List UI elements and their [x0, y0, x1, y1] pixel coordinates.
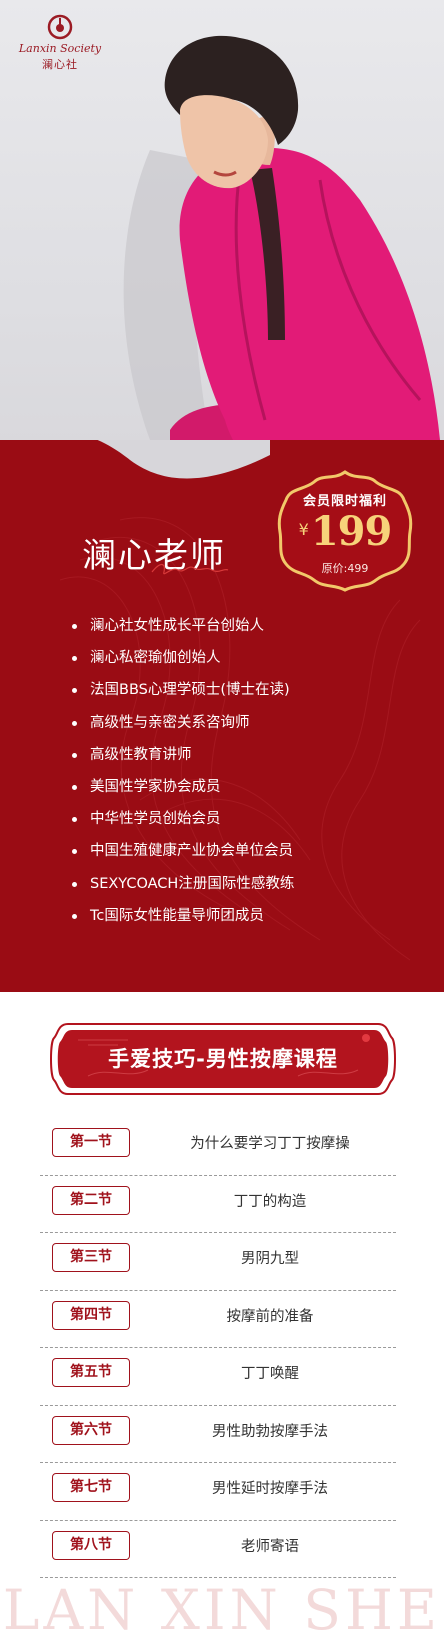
lesson-tag: 第二节: [52, 1185, 130, 1215]
lesson-tag: 第五节: [52, 1358, 130, 1387]
brand-watermark: LAN XIN SHE: [2, 1578, 442, 1635]
brand-logo: Lanxin Society 澜心社: [18, 14, 102, 72]
course-title-banner: 手爱技巧-男性按摩课程: [48, 1018, 398, 1100]
price-title: 会员限时福利: [302, 494, 387, 509]
credential-item: 法国BBS心理学硕士(博士在读): [72, 680, 294, 712]
lesson-title: 丁丁唤醒: [241, 1366, 299, 1382]
lesson-tag: 第八节: [52, 1530, 130, 1560]
lesson-row[interactable]: 第三节 男阴九型: [40, 1233, 396, 1291]
teacher-portrait: [123, 35, 440, 500]
lesson-title: 男性延时按摩手法: [212, 1481, 328, 1497]
lesson-row[interactable]: 第七节 男性延时按摩手法: [40, 1463, 396, 1521]
hero-photo: Lanxin Society 澜心社: [0, 0, 444, 500]
lesson-row[interactable]: 第四节 按摩前的准备: [40, 1291, 396, 1348]
lesson-title: 老师寄语: [241, 1538, 299, 1555]
lesson-list: 第一节 为什么要学习丁丁按摩操 第二节 丁丁的构造 第三节 男阴九型 第四节 按…: [40, 1118, 396, 1578]
course-title: 手爱技巧-男性按摩课程: [108, 1047, 338, 1071]
credential-item: Tc国际女性能量导师团成员: [72, 906, 294, 938]
credential-item: 美国性学家协会成员: [72, 777, 294, 809]
lesson-tag: 第七节: [52, 1473, 130, 1502]
credential-item: 中华性学员创始会员: [72, 809, 294, 841]
lesson-tag: 第三节: [52, 1243, 130, 1272]
credential-item: SEXYCOACH注册国际性感教练: [72, 874, 294, 906]
credential-item: 澜心社女性成长平台创始人: [72, 616, 294, 648]
lesson-row[interactable]: 第六节 男性助勃按摩手法: [40, 1406, 396, 1463]
lesson-title: 丁丁的构造: [233, 1193, 307, 1210]
lesson-tag: 第一节: [52, 1128, 130, 1157]
lesson-row[interactable]: 第一节 为什么要学习丁丁按摩操: [40, 1118, 396, 1176]
price-row: ¥199: [276, 508, 414, 555]
price-currency: ¥: [298, 520, 309, 539]
lesson-title: 按摩前的准备: [226, 1308, 314, 1325]
lesson-row[interactable]: 第二节 丁丁的构造: [40, 1176, 396, 1233]
credential-item: 澜心私密瑜伽创始人: [72, 648, 294, 680]
price-value: 199: [310, 508, 392, 555]
lesson-tag: 第六节: [52, 1415, 130, 1445]
logo-cn-text: 澜心社: [42, 58, 78, 71]
lesson-row[interactable]: 第五节 丁丁唤醒: [40, 1348, 396, 1406]
signature-decoration: [151, 563, 229, 575]
credential-item: 高级性与亲密关系咨询师: [72, 713, 294, 745]
logo-en-text: Lanxin Society: [18, 42, 102, 55]
member-price-badge: 会员限时福利 ¥199 原价:499: [276, 470, 414, 592]
logo-mark-icon: [47, 14, 73, 40]
lesson-title: 为什么要学习丁丁按摩操: [190, 1136, 350, 1152]
credential-item: 高级性教育讲师: [72, 745, 294, 777]
credential-item: 中国生殖健康产业协会单位会员: [72, 841, 294, 873]
original-price: 原价:499: [321, 562, 369, 575]
lesson-title: 男阴九型: [241, 1251, 299, 1267]
lesson-title: 男性助勃按摩手法: [212, 1423, 328, 1440]
lesson-row[interactable]: 第八节 老师寄语: [40, 1521, 396, 1578]
lesson-tag: 第四节: [52, 1300, 130, 1330]
credentials-list: 澜心社女性成长平台创始人 澜心私密瑜伽创始人 法国BBS心理学硕士(博士在读) …: [72, 616, 294, 938]
